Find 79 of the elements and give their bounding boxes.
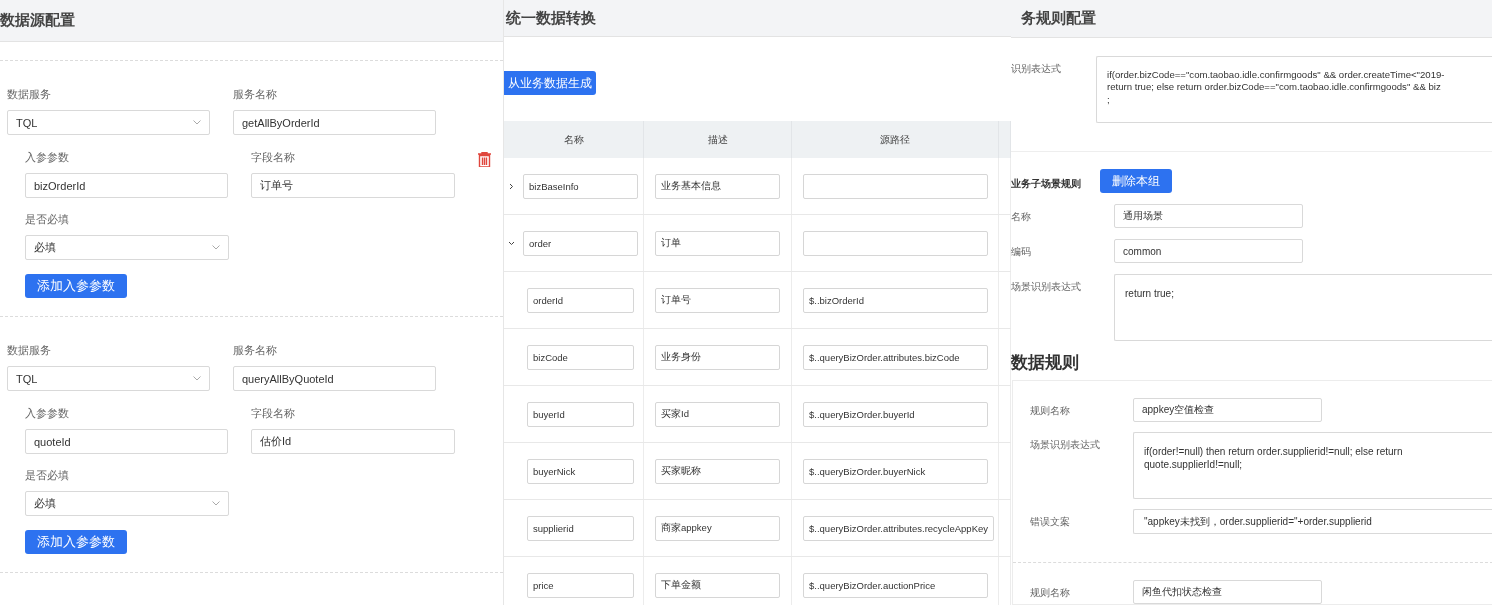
text-area[interactable]: return true; <box>1114 274 1492 341</box>
text-field[interactable]: order <box>523 230 638 256</box>
text-field[interactable]: 通用场景 <box>1114 204 1303 228</box>
text-field[interactable]: appkey空值检查 <box>1133 398 1322 422</box>
text-field[interactable]: quoteId <box>25 429 228 454</box>
chevron-right-icon[interactable] <box>508 182 515 190</box>
text-field[interactable]: getAllByOrderId <box>233 110 436 135</box>
panel-title: 数据源配置 <box>0 11 75 30</box>
panel-title: 统一数据转换 <box>505 8 596 28</box>
text-field[interactable]: supplierid <box>527 515 634 541</box>
field-label: 规则名称 <box>1030 586 1071 600</box>
field-label: 是否必填 <box>25 468 70 483</box>
field-label: 场景识别表达式 <box>1011 280 1082 294</box>
select-field[interactable]: TQL <box>7 110 210 135</box>
text-field[interactable]: buyerNick <box>527 458 634 484</box>
text-field[interactable] <box>803 173 988 199</box>
text-field[interactable]: 买家Id <box>655 401 780 427</box>
text-area[interactable]: if(order!=null) then return order.supplierid!=null; else return quote.supplierId!=null; <box>1133 432 1492 499</box>
field-label: 识别表达式 <box>1011 62 1062 76</box>
chevron-down-icon[interactable] <box>508 239 515 247</box>
add-parameter-button[interactable]: 添加入参参数 <box>25 530 127 554</box>
text-field[interactable]: 商家appkey <box>655 515 780 541</box>
chevron-down-icon <box>212 501 220 506</box>
text-field[interactable]: orderId <box>527 287 634 313</box>
text-field[interactable]: 业务基本信息 <box>655 173 780 199</box>
text-field[interactable]: 估价Id <box>251 429 455 454</box>
field-label: 入参参数 <box>25 150 70 165</box>
text-field[interactable]: bizCode <box>527 344 634 370</box>
generate-button[interactable]: 从业务数据生成 <box>504 71 596 95</box>
section-label: 业务子场景规则 <box>1011 177 1082 191</box>
text-field[interactable]: "appkey未找到，order.supplierid="+order.supplierid <box>1133 509 1492 534</box>
add-parameter-button[interactable]: 添加入参参数 <box>25 274 127 298</box>
text-field[interactable]: 下单金额 <box>655 572 780 598</box>
panel-title: 务规则配置 <box>1020 9 1096 28</box>
chevron-down-icon <box>212 245 220 250</box>
field-label: 编码 <box>1011 245 1032 259</box>
field-label: 名称 <box>1011 210 1032 224</box>
text-field[interactable]: bizOrderId <box>25 173 228 198</box>
text-field[interactable]: queryAllByQuoteId <box>233 366 436 391</box>
field-label: 服务名称 <box>233 87 278 102</box>
select-field[interactable]: 必填 <box>25 491 229 516</box>
field-label: 数据服务 <box>7 343 52 358</box>
text-area[interactable]: if(order.bizCode=="com.taobao.idle.confirmgoods" && order.createTime<"2019- return true; else return order.bizCode=="com.taobao.idle.confirmgoods" && biz ; <box>1096 56 1492 123</box>
text-field[interactable]: $..queryBizOrder.attributes.recycleAppKey <box>803 515 994 541</box>
trash-icon[interactable] <box>478 152 491 167</box>
text-field[interactable]: $..queryBizOrder.auctionPrice <box>803 572 988 598</box>
text-field[interactable]: 业务身份 <box>655 344 780 370</box>
field-label: 入参参数 <box>25 406 70 421</box>
text-field[interactable]: 买家昵称 <box>655 458 780 484</box>
select-field[interactable]: TQL <box>7 366 210 391</box>
select-field[interactable]: 必填 <box>25 235 229 260</box>
text-field[interactable]: $..bizOrderId <box>803 287 988 313</box>
field-label: 服务名称 <box>233 343 278 358</box>
field-label: 是否必填 <box>25 212 70 227</box>
column-header: 源路径 <box>792 121 999 158</box>
text-field[interactable]: $..queryBizOrder.attributes.bizCode <box>803 344 988 370</box>
column-header: 名称 <box>504 121 644 158</box>
text-field[interactable]: 闲鱼代扣状态检查 <box>1133 580 1322 604</box>
text-field[interactable]: 订单 <box>655 230 780 256</box>
field-label: 字段名称 <box>251 406 296 421</box>
field-label: 错误文案 <box>1030 515 1071 529</box>
field-label: 规则名称 <box>1030 404 1071 418</box>
column-header: 描述 <box>644 121 792 158</box>
text-field[interactable]: 订单号 <box>655 287 780 313</box>
chevron-down-icon <box>193 120 201 125</box>
text-field[interactable]: 订单号 <box>251 173 455 198</box>
text-field[interactable] <box>803 230 988 256</box>
chevron-down-icon <box>193 376 201 381</box>
text-field[interactable]: buyerId <box>527 401 634 427</box>
delete-group-button[interactable]: 删除本组 <box>1100 169 1172 193</box>
field-label: 场景识别表达式 <box>1030 438 1101 452</box>
section-heading: 数据规则 <box>1011 353 1079 372</box>
text-field[interactable]: bizBaseInfo <box>523 173 638 199</box>
field-label: 数据服务 <box>7 87 52 102</box>
text-field[interactable]: $..queryBizOrder.buyerNick <box>803 458 988 484</box>
text-field[interactable]: $..queryBizOrder.buyerId <box>803 401 988 427</box>
field-label: 字段名称 <box>251 150 296 165</box>
text-field[interactable]: common <box>1114 239 1303 263</box>
text-field[interactable]: price <box>527 572 634 598</box>
